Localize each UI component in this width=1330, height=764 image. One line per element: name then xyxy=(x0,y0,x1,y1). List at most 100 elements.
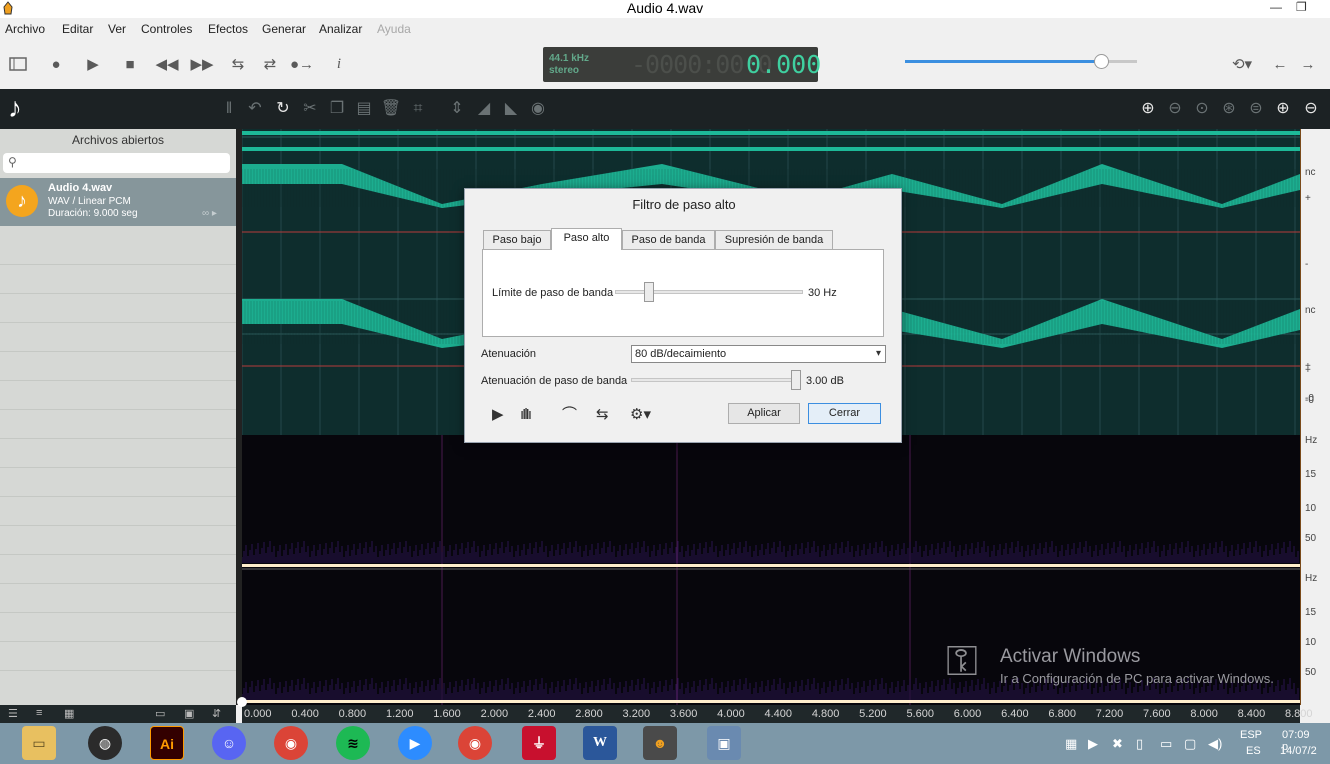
playhead-marker[interactable] xyxy=(237,697,247,707)
panel-option-icon[interactable]: ▭ xyxy=(155,707,165,720)
vertical-zoom-out-icon[interactable]: ⊖ xyxy=(1300,99,1322,119)
view-toggle-icon[interactable] xyxy=(6,52,30,76)
menu-efectos[interactable]: Efectos xyxy=(208,22,248,36)
menu-generar[interactable]: Generar xyxy=(262,22,306,36)
zoom-icon[interactable]: ▶ xyxy=(398,726,432,760)
grid-view-icon[interactable]: ▦ xyxy=(64,707,74,720)
network-icon[interactable]: ▭ xyxy=(1160,736,1172,752)
tab-bandstop[interactable]: Supresión de banda xyxy=(715,230,833,249)
tray-shield-icon[interactable]: ▶ xyxy=(1088,736,1098,752)
menu-ayuda[interactable]: Ayuda xyxy=(377,22,411,36)
vertical-zoom-in-icon[interactable]: ⊕ xyxy=(1272,99,1294,119)
file-explorer-icon[interactable]: ▭ xyxy=(22,726,56,760)
loop-preview-icon[interactable]: ⇆ xyxy=(596,407,609,423)
keyboard-layout[interactable]: ES xyxy=(1246,745,1261,757)
tray-tool-icon[interactable]: ✖ xyxy=(1112,736,1123,752)
volume-slider[interactable] xyxy=(905,54,1137,69)
pass-attenuation-slider[interactable] xyxy=(631,370,801,390)
loop-icon[interactable]: ⇆ xyxy=(226,52,250,76)
attenuation-select[interactable]: 80 dB/decaimiento ▾ xyxy=(631,345,886,363)
image-view-icon[interactable]: ▣ xyxy=(184,707,194,720)
info-icon[interactable]: i xyxy=(327,52,351,76)
clock-date[interactable]: 14/07/2 xyxy=(1280,745,1317,757)
tray-device-icon[interactable]: ▯ xyxy=(1136,736,1143,752)
speaker-icon[interactable]: ◀) xyxy=(1208,736,1222,752)
menu-controles[interactable]: Controles xyxy=(141,22,192,36)
menu-analizar[interactable]: Analizar xyxy=(319,22,362,36)
cut-icon[interactable]: ✂ xyxy=(299,99,321,119)
sort-icon[interactable]: ⇵ xyxy=(212,707,221,720)
attenuation-label: Atenuación xyxy=(481,348,537,360)
crop-icon[interactable]: ⌗ xyxy=(407,99,429,119)
spotify-icon[interactable]: ≋ xyxy=(336,726,370,760)
tray-app-icon[interactable]: ▦ xyxy=(1065,736,1077,752)
zoom-selection-icon[interactable]: ⊛ xyxy=(1218,99,1240,119)
back-icon[interactable]: ← xyxy=(1268,52,1292,76)
scale-label: + xyxy=(1305,365,1311,376)
acrobat-icon[interactable]: ⏚ xyxy=(522,726,556,760)
minimize-icon[interactable]: — xyxy=(1270,0,1282,14)
tab-lowpass[interactable]: Paso bajo xyxy=(483,230,551,249)
apply-button[interactable]: Aplicar xyxy=(728,403,800,424)
settings-gear-icon[interactable]: ⚙▾ xyxy=(630,407,651,423)
menu-editar[interactable]: Editar xyxy=(62,22,93,36)
zoom-out-icon[interactable]: ⊖ xyxy=(1164,99,1186,119)
fast-forward-icon[interactable]: ▶▶ xyxy=(190,52,214,76)
zoom-in-icon[interactable]: ⊕ xyxy=(1137,99,1159,119)
paste-icon[interactable]: ▤ xyxy=(353,99,375,119)
menu-archivo[interactable]: Archivo xyxy=(5,22,45,36)
effect-icon[interactable]: ◉ xyxy=(527,99,549,119)
language-code[interactable]: ESP xyxy=(1240,729,1262,741)
cutoff-thumb[interactable] xyxy=(644,282,655,302)
waveform-icon[interactable]: ıIlIı xyxy=(520,407,532,423)
audio-app-icon[interactable]: ☻ xyxy=(643,726,677,760)
compact-view-icon[interactable]: ≡ xyxy=(36,707,42,719)
fade-icon[interactable]: ⌒ xyxy=(562,407,577,423)
low-frequency-band xyxy=(242,564,1300,567)
forward-icon[interactable]: → xyxy=(1296,52,1320,76)
ruler-tick-label: 0.000 xyxy=(244,708,272,720)
rewind-icon[interactable]: ◀◀ xyxy=(155,52,179,76)
play-icon[interactable]: ▶ xyxy=(81,52,105,76)
list-view-icon[interactable]: ☰ xyxy=(8,707,18,720)
scale-label: 15 xyxy=(1305,607,1317,618)
file-item[interactable]: ♪ Audio 4.wav WAV / Linear PCM Duración:… xyxy=(0,178,236,226)
display-icon[interactable]: ▢ xyxy=(1184,736,1196,752)
image-viewer-icon[interactable]: ▣ xyxy=(707,726,741,760)
chrome-icon[interactable]: ◉ xyxy=(274,726,308,760)
fade-out-icon[interactable]: ◣ xyxy=(500,99,522,119)
stop-icon[interactable]: ■ xyxy=(118,52,142,76)
scale-label: + xyxy=(1305,193,1311,204)
search-input[interactable]: ⚲ xyxy=(3,153,230,173)
word-icon[interactable]: W xyxy=(583,726,617,760)
obs-icon[interactable]: ◍ xyxy=(88,726,122,760)
tab-highpass[interactable]: Paso alto xyxy=(551,228,622,250)
link-icon[interactable]: ∞ ▸ xyxy=(202,208,217,219)
repeat-icon[interactable]: ⇄ xyxy=(258,52,282,76)
redo-icon[interactable]: ↻ xyxy=(272,99,294,119)
chrome-2-icon[interactable]: ◉ xyxy=(458,726,492,760)
pass-attenuation-thumb[interactable] xyxy=(790,370,801,390)
delete-icon[interactable]: 🗑 xyxy=(380,99,402,119)
zoom-fit-icon[interactable]: ⊙ xyxy=(1191,99,1213,119)
preview-play-icon[interactable]: ▶ xyxy=(492,407,504,423)
copy-icon[interactable]: ❐ xyxy=(326,99,348,119)
tab-bandpass[interactable]: Paso de banda xyxy=(622,230,715,249)
skip-icon[interactable]: ●→ xyxy=(290,52,314,76)
spectrogram-view[interactable] xyxy=(242,435,1300,705)
zoom-all-icon[interactable]: ⊜ xyxy=(1245,99,1267,119)
normalize-icon[interactable]: ⇕ xyxy=(446,99,468,119)
history-icon[interactable]: ⟲▾ xyxy=(1226,52,1258,76)
maximize-icon[interactable]: ❐ xyxy=(1296,0,1307,14)
volume-thumb[interactable] xyxy=(1094,54,1110,69)
low-frequency-band xyxy=(242,700,1300,703)
menu-ver[interactable]: Ver xyxy=(108,22,126,36)
close-button[interactable]: Cerrar xyxy=(808,403,881,424)
undo-icon[interactable]: ↶ xyxy=(244,99,266,119)
illustrator-icon[interactable]: Ai xyxy=(150,726,184,760)
time-ruler[interactable]: 0.000 0.400 0.800 1.200 1.600 2.000 2.400 2.800… xyxy=(237,697,1313,723)
cutoff-slider[interactable] xyxy=(615,282,803,302)
fade-in-icon[interactable]: ◢ xyxy=(473,99,495,119)
discord-icon[interactable]: ☺ xyxy=(212,726,246,760)
record-icon[interactable]: ● xyxy=(44,52,68,76)
